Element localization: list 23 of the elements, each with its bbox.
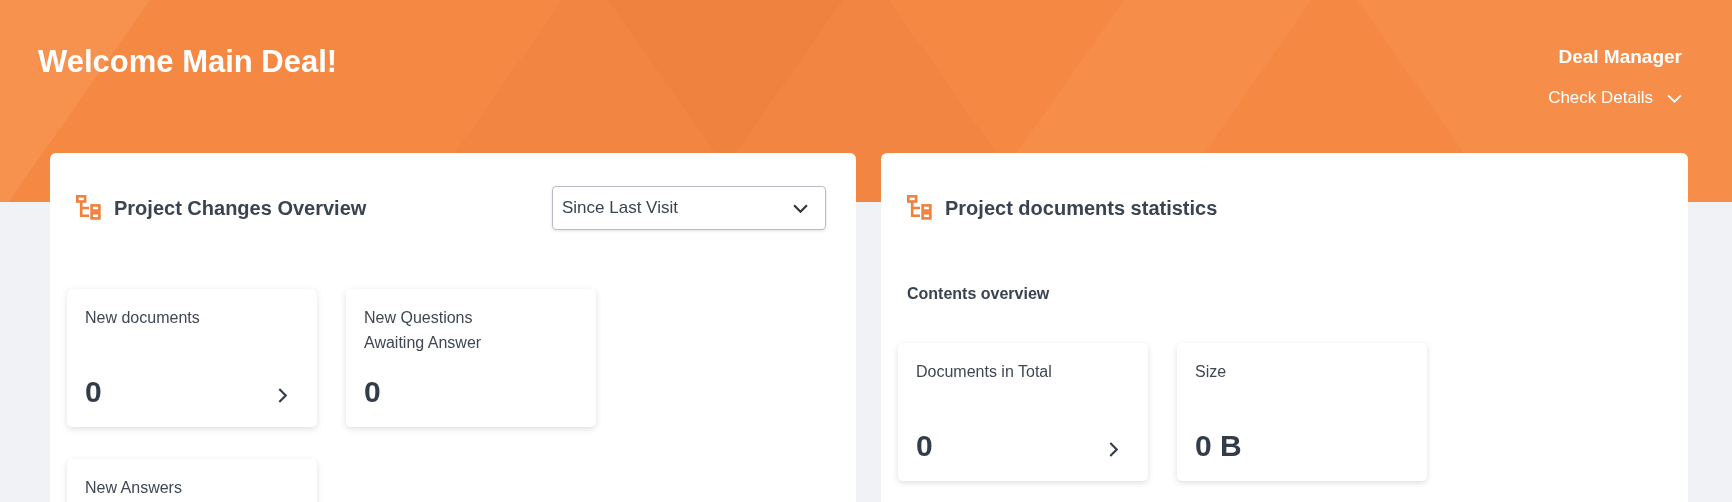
stat-label: New Questions Awaiting Answer [364, 308, 483, 353]
hierarchy-icon [76, 195, 102, 221]
stat-label: New documents [85, 308, 201, 328]
stat-label: Size [1195, 362, 1228, 382]
stat-card-link[interactable]: New documents 0 [67, 289, 317, 427]
panel-title: Project documents statistics [945, 196, 1219, 220]
panel-title: Project Changes Overview [114, 196, 368, 220]
period-dropdown[interactable]: Since Last Visit [552, 186, 826, 230]
welcome-title: Welcome Main Deal! [38, 44, 338, 80]
stat-label: New Answers [85, 478, 183, 498]
section-title: Contents overview [907, 285, 1051, 303]
chevron-right-icon [278, 387, 287, 403]
hierarchy-icon [907, 195, 933, 221]
chevron-right-icon [1109, 441, 1118, 457]
chevron-down-icon [1667, 93, 1682, 103]
stat-value: 0 [85, 375, 102, 409]
chevron-down-icon [793, 203, 808, 213]
user-role: Deal Manager [1558, 46, 1682, 68]
stat-card-link[interactable]: Documents in Total 0 [898, 343, 1148, 481]
stat-value: 0 [916, 429, 933, 463]
stat-label: Documents in Total [916, 362, 1053, 382]
stat-value: 0 B [1195, 429, 1242, 463]
stat-value: 0 [364, 375, 381, 409]
